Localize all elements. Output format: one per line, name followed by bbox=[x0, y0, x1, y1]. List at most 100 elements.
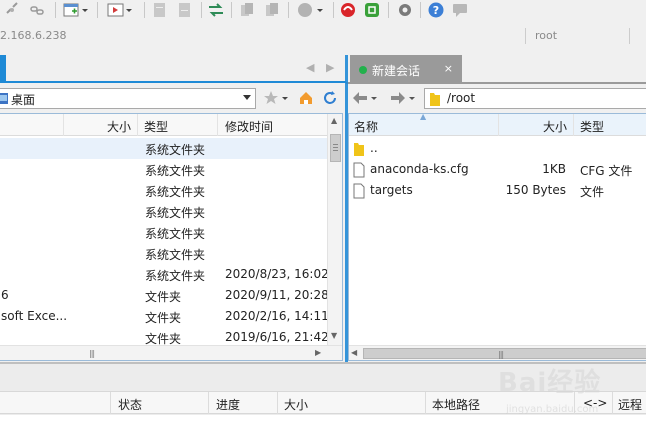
cell-size: 1KB bbox=[542, 162, 566, 176]
right-hscroll-thumb[interactable]: ||| bbox=[363, 348, 646, 359]
left-active-tab[interactable] bbox=[0, 55, 6, 82]
local-path-text: 桌面 bbox=[11, 93, 36, 107]
cell-type: 系统文件夹 bbox=[145, 206, 206, 220]
new-window-icon[interactable] bbox=[61, 1, 91, 19]
cell-type: CFG 文件 bbox=[580, 164, 633, 178]
remote-path-combobox[interactable]: /root bbox=[424, 88, 646, 109]
chevron-down-icon[interactable] bbox=[243, 95, 251, 100]
local-list-header: 大小 类型 修改时间 bbox=[0, 114, 329, 136]
terminal-icon[interactable] bbox=[105, 1, 135, 19]
remote-list-header: 名称 ▲ 大小 类型 bbox=[349, 114, 646, 136]
cell-type: 文件 bbox=[580, 185, 605, 199]
cell-modified: 2020/2/16, 14:11 bbox=[225, 309, 329, 323]
column-modified[interactable]: 修改时间 bbox=[225, 118, 273, 135]
table-row[interactable]: 6 文件夹 2020/9/11, 20:28 bbox=[0, 285, 329, 306]
record-icon[interactable] bbox=[295, 1, 327, 19]
left-tab-strip: ◀ ▶ bbox=[0, 55, 346, 82]
file-icon bbox=[353, 162, 365, 181]
tab-scroll-left-icon[interactable]: ◀ bbox=[306, 61, 314, 74]
cell-type: 系统文件夹 bbox=[145, 269, 206, 283]
table-row[interactable]: 系统文件夹 bbox=[0, 243, 327, 264]
column-size[interactable]: 大小 bbox=[284, 396, 308, 413]
cell-name: 6 bbox=[1, 288, 9, 302]
watermark-url: jingyan.baidu.com bbox=[506, 404, 599, 415]
favorites-icon[interactable] bbox=[262, 89, 290, 107]
username-field[interactable]: root bbox=[535, 29, 557, 42]
svg-text:?: ? bbox=[433, 4, 439, 17]
cell-name: targets bbox=[370, 183, 413, 197]
table-row[interactable]: 系统文件夹 bbox=[0, 201, 327, 222]
column-size[interactable]: 大小 bbox=[107, 118, 131, 135]
left-horizontal-scrollbar[interactable]: ||| ▶ bbox=[0, 345, 342, 360]
table-row[interactable]: 系统文件夹 bbox=[0, 159, 327, 180]
close-icon[interactable]: × bbox=[444, 62, 453, 75]
cell-type: 文件夹 bbox=[145, 311, 182, 325]
file-icon bbox=[353, 183, 365, 202]
link-icon[interactable] bbox=[27, 1, 47, 19]
tab-scroll-right-icon[interactable]: ▶ bbox=[326, 61, 334, 74]
tab-new-session[interactable]: 新建会话 × bbox=[350, 55, 462, 83]
tab-label: 新建会话 bbox=[372, 64, 421, 78]
home-icon[interactable] bbox=[296, 89, 316, 107]
connection-status-icon bbox=[359, 66, 367, 74]
cell-name: soft Exce... bbox=[1, 309, 68, 323]
right-horizontal-scrollbar[interactable]: ◀ ||| bbox=[349, 345, 646, 360]
table-row[interactable]: 系统文件夹 bbox=[0, 180, 327, 201]
table-row[interactable]: 系统文件夹 2020/8/23, 16:02 bbox=[0, 264, 329, 285]
local-path-combobox[interactable]: 桌面 bbox=[0, 88, 256, 109]
table-row[interactable]: .. bbox=[349, 138, 646, 159]
cell-modified: 2020/8/23, 16:02 bbox=[225, 267, 329, 281]
column-status[interactable]: 状态 bbox=[118, 396, 142, 413]
right-copy-icon[interactable] bbox=[262, 1, 282, 19]
cell-modified: 2020/9/11, 20:28 bbox=[225, 288, 329, 302]
transfer-icon[interactable] bbox=[206, 1, 226, 19]
back-icon[interactable] bbox=[350, 89, 380, 107]
table-row[interactable]: soft Exce... 文件夹 2020/2/16, 14:11 bbox=[0, 306, 329, 327]
cell-type: 系统文件夹 bbox=[145, 248, 206, 262]
cell-type: 系统文件夹 bbox=[145, 227, 206, 241]
table-row[interactable]: targets 150 Bytes 文件 bbox=[349, 180, 646, 201]
cell-name: .. bbox=[370, 141, 378, 155]
refresh-icon[interactable] bbox=[320, 89, 340, 107]
toolbar: ? bbox=[0, 0, 646, 22]
address-bar[interactable]: 2.168.6.238 root bbox=[0, 25, 646, 47]
host-address-text[interactable]: 2.168.6.238 bbox=[0, 29, 66, 42]
remote-file-list[interactable]: 名称 ▲ 大小 类型 .. anaconda-ks.cfg 1KB CFG 文件 tar… bbox=[348, 113, 646, 361]
help-icon[interactable]: ? bbox=[426, 1, 446, 19]
cell-name: anaconda-ks.cfg bbox=[370, 162, 469, 176]
sort-ascending-icon: ▲ bbox=[420, 113, 427, 121]
column-type[interactable]: 类型 bbox=[580, 118, 604, 135]
table-row[interactable]: 系统文件夹 bbox=[0, 222, 327, 243]
xftp-icon[interactable] bbox=[362, 1, 382, 19]
watermark: Bai经验 jingyan.baidu.com bbox=[498, 360, 646, 432]
chat-icon[interactable] bbox=[450, 1, 470, 19]
column-size[interactable]: 大小 bbox=[543, 118, 567, 135]
right-path-bar: /root bbox=[346, 86, 646, 112]
local-file-list[interactable]: 大小 类型 修改时间 系统文件夹 系统文件夹 系统文件夹 系统文件夹 系统文件夹 系统文件… bbox=[0, 113, 343, 361]
column-progress[interactable]: 进度 bbox=[216, 396, 240, 413]
left-vertical-scrollbar[interactable]: ▲ ▼ bbox=[327, 114, 342, 345]
forward-icon[interactable] bbox=[388, 89, 418, 107]
left-path-bar: 桌面 bbox=[0, 86, 346, 112]
cell-type: 系统文件夹 bbox=[145, 143, 206, 157]
left-vscroll-thumb[interactable] bbox=[330, 134, 341, 162]
table-row[interactable]: 系统文件夹 bbox=[0, 138, 327, 159]
left-copy-icon[interactable] bbox=[237, 1, 257, 19]
column-name[interactable]: 名称 bbox=[354, 118, 378, 135]
copy-icon[interactable] bbox=[150, 1, 170, 19]
watermark-logo: Bai经验 bbox=[498, 368, 602, 398]
cell-type: 系统文件夹 bbox=[145, 185, 206, 199]
column-local-path[interactable]: 本地路径 bbox=[432, 396, 480, 413]
cell-type: 系统文件夹 bbox=[145, 164, 206, 178]
table-row[interactable]: anaconda-ks.cfg 1KB CFG 文件 bbox=[349, 159, 646, 180]
cell-type: 文件夹 bbox=[145, 290, 182, 304]
disconnect-icon[interactable] bbox=[2, 1, 22, 19]
cell-modified: 2019/6/16, 21:42 bbox=[225, 330, 329, 344]
column-type[interactable]: 类型 bbox=[144, 118, 168, 135]
paste-icon[interactable] bbox=[175, 1, 195, 19]
cell-size: 150 Bytes bbox=[505, 183, 566, 197]
xshell-icon[interactable] bbox=[338, 1, 358, 19]
right-tab-strip: 新建会话 × bbox=[346, 55, 646, 83]
remote-path-text: /root bbox=[447, 91, 476, 105]
settings-icon[interactable] bbox=[395, 1, 415, 19]
